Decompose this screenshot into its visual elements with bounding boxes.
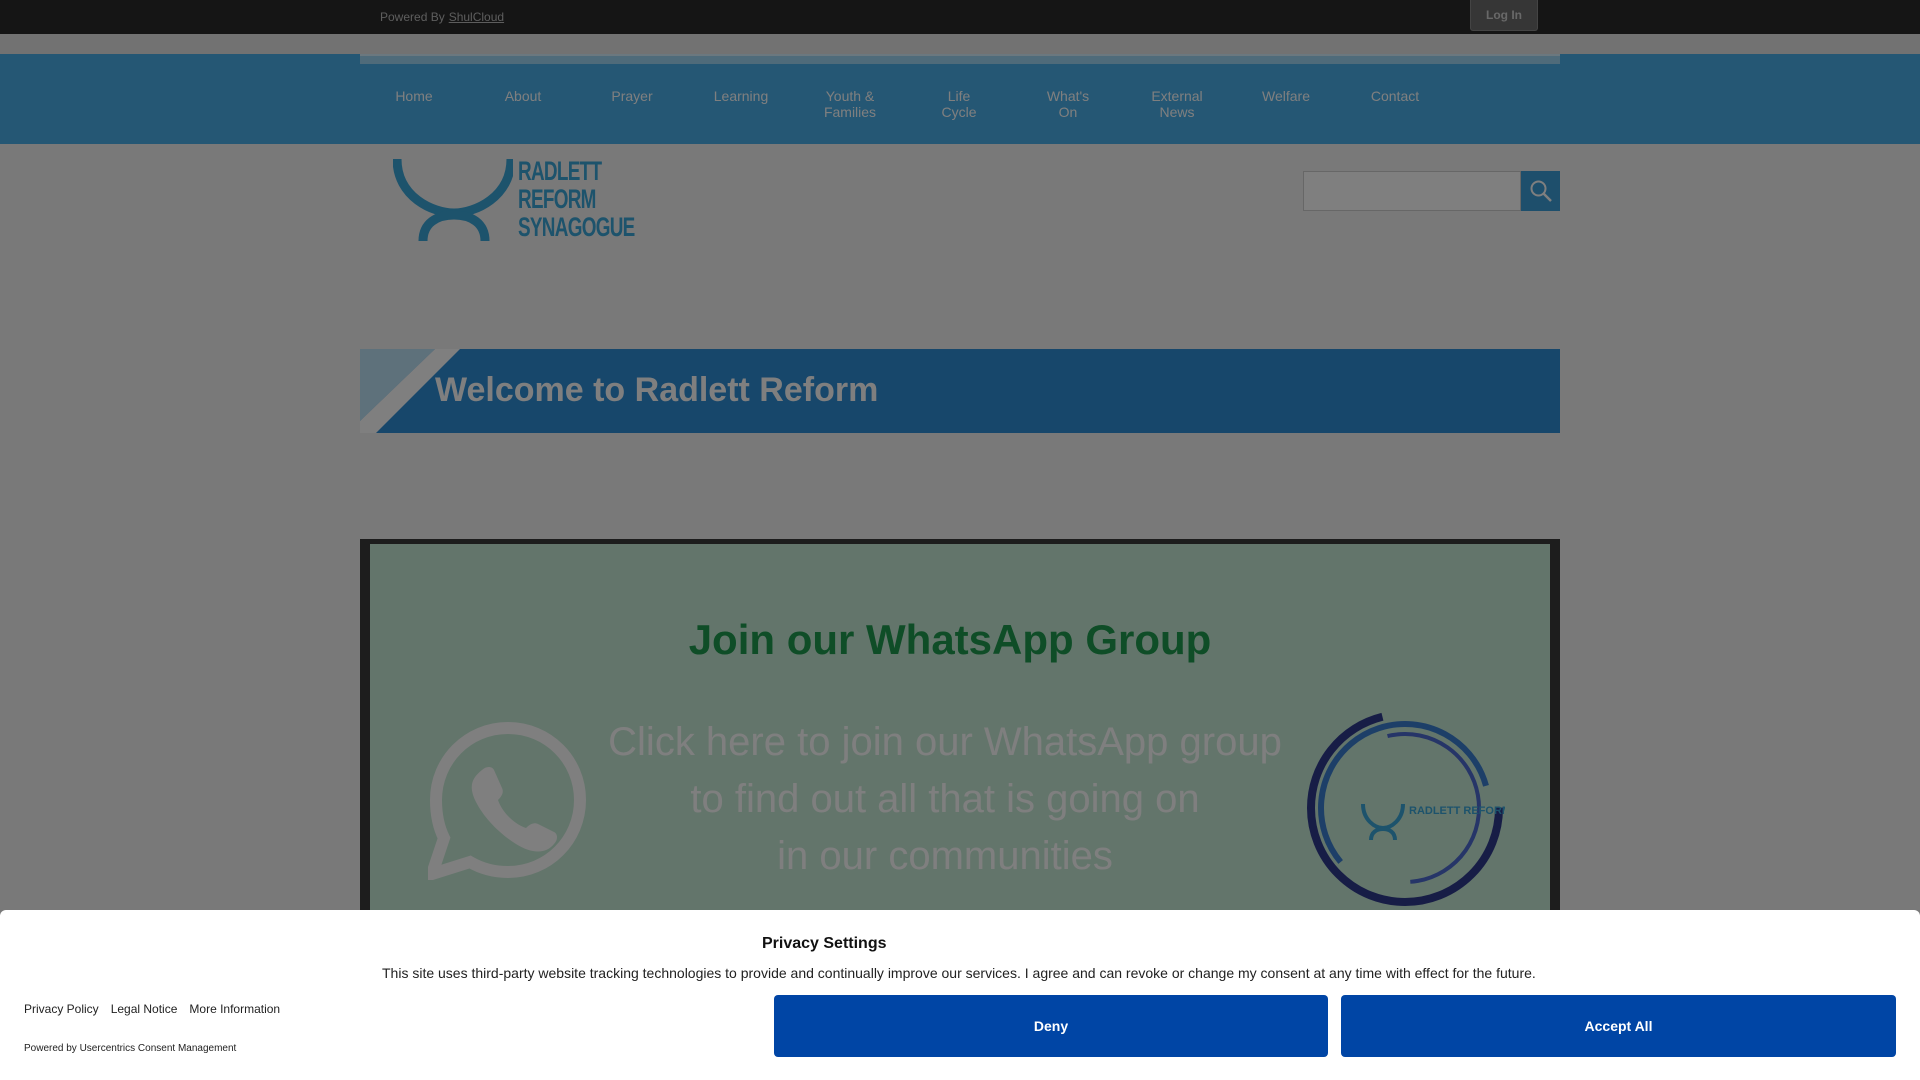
consent-powered-by: Powered by Usercentrics Consent Manageme… xyxy=(24,1043,237,1054)
legal-notice-link[interactable]: Legal Notice xyxy=(111,1002,178,1016)
consent-links: Privacy Policy Legal Notice More Informati… xyxy=(24,1002,292,1016)
accept-all-button[interactable]: Accept All xyxy=(1341,995,1896,1057)
privacy-consent-banner: Privacy Settings This site uses third-pa… xyxy=(0,910,1920,1080)
consent-title: Privacy Settings xyxy=(762,935,887,952)
more-information-link[interactable]: More Information xyxy=(189,1002,280,1016)
privacy-policy-link[interactable]: Privacy Policy xyxy=(24,1002,99,1016)
deny-button[interactable]: Deny xyxy=(774,995,1328,1057)
consent-text: This site uses third-party website track… xyxy=(382,965,1536,981)
